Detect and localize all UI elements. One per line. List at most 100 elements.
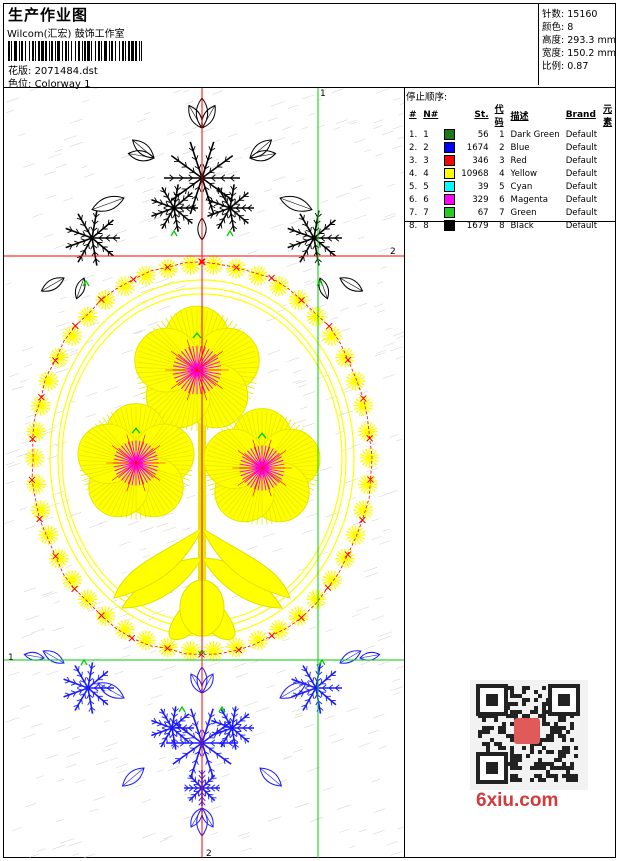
- row-element: [600, 128, 616, 141]
- row-needle: 7: [423, 207, 429, 218]
- row-description: Yellow: [510, 168, 537, 179]
- row-element: [600, 219, 616, 232]
- row-needle: 4: [423, 168, 429, 179]
- row-description: Red: [510, 155, 527, 166]
- row-index: 7.: [409, 207, 418, 218]
- color-swatch: [444, 142, 456, 153]
- stat-height: 高度: 293.3 mm: [542, 35, 616, 46]
- row-element: [600, 180, 616, 193]
- row-index: 3.: [409, 155, 418, 166]
- row-needle: 3: [423, 155, 429, 166]
- pompom: [48, 548, 69, 569]
- col-element: 元素: [603, 105, 613, 128]
- table-row: 5. 5 39 5 Cyan Default: [406, 180, 616, 193]
- pompom: [24, 448, 45, 468]
- pompom: [95, 289, 116, 310]
- pompom: [203, 640, 224, 661]
- guide-number: 2: [390, 247, 396, 257]
- pompom: [180, 640, 201, 661]
- row-code: 7: [499, 207, 505, 218]
- row-stitches: 67: [477, 207, 489, 218]
- row-code: 2: [499, 142, 505, 153]
- row-brand: Default: [565, 207, 598, 218]
- row-element: [600, 193, 616, 206]
- pompom: [357, 421, 378, 442]
- table-row: 3. 3 346 3 Red Default: [406, 154, 616, 167]
- col-description: 描述: [510, 111, 529, 122]
- stats-panel: 针数: 15160 颜色: 8 高度: 293.3 mm 宽度: 150.2 m…: [538, 3, 617, 85]
- pompom: [321, 570, 342, 591]
- pompom: [30, 395, 51, 416]
- col-stitches: St.: [474, 110, 489, 120]
- color-swatch: [444, 168, 456, 179]
- row-brand: Default: [565, 194, 598, 205]
- company-name: Wilcom(汇宏) 鼓饰工作室: [7, 29, 125, 40]
- stat-scale: 比例: 0.87: [542, 61, 589, 72]
- row-swatch: [441, 193, 458, 206]
- table-row: 8. 8 1679 8 Black Default: [406, 219, 616, 232]
- col-needle: N#: [423, 110, 439, 120]
- row-code: 8: [499, 220, 505, 231]
- row-swatch: [441, 180, 458, 193]
- qr-code: [470, 680, 588, 790]
- row-index: 8.: [409, 220, 418, 231]
- row-code: 4: [499, 168, 505, 179]
- row-swatch: [441, 219, 458, 232]
- qr-center-logo: [514, 718, 540, 744]
- row-brand: Default: [565, 155, 598, 166]
- row-index: 6.: [409, 194, 418, 205]
- stat-colors: 颜色: 8: [542, 22, 574, 33]
- header-info: 生产作业图 Wilcom(汇宏) 鼓饰工作室 花版: 2071484.dst 色…: [4, 4, 536, 90]
- embroidery-design-area: 1 2 1 2: [4, 88, 404, 858]
- row-index: 5.: [409, 181, 418, 192]
- table-row: 1. 1 56 1 Dark Green Default: [406, 128, 616, 141]
- pompom: [306, 306, 327, 327]
- table-row: 2. 2 1674 2 Blue Default: [406, 141, 616, 154]
- watermark-logo: 6xiu.com: [476, 790, 559, 811]
- row-swatch: [441, 128, 458, 141]
- pompom: [248, 630, 269, 651]
- pompom: [38, 370, 59, 391]
- row-code: 6: [499, 194, 505, 205]
- row-description: Green: [510, 207, 537, 218]
- row-stitches: 39: [477, 181, 489, 192]
- stop-sequence-panel: 停止顺序: # N# St. 代码 描述 Brand 元素 1. 1 56 1 Dark…: [404, 88, 616, 231]
- color-swatch: [444, 129, 456, 140]
- table-row: 6. 6 329 6 Magenta Default: [406, 193, 616, 206]
- pompom: [26, 421, 47, 442]
- pompom: [269, 619, 290, 640]
- row-swatch: [441, 206, 458, 219]
- pompom: [288, 606, 309, 627]
- pompom: [95, 606, 116, 627]
- row-index: 1.: [409, 129, 418, 140]
- pompom: [62, 325, 83, 346]
- row-needle: 2: [423, 142, 429, 153]
- pompom: [345, 370, 366, 391]
- col-swatch: [441, 102, 458, 128]
- guide-number: 2: [206, 849, 212, 858]
- color-swatch: [444, 181, 456, 192]
- row-element: [600, 141, 616, 154]
- table-row: 7. 7 67 7 Green Default: [406, 206, 616, 219]
- row-brand: Default: [565, 168, 598, 179]
- row-stitches: 1679: [466, 220, 489, 231]
- stat-stitches: 针数: 15160: [542, 9, 598, 20]
- row-description: Cyan: [510, 181, 533, 192]
- pompom: [114, 276, 135, 297]
- col-index: #: [409, 110, 417, 120]
- row-needle: 5: [423, 181, 429, 192]
- row-stitches: 10968: [461, 168, 489, 179]
- table-row: 4. 4 10968 4 Yellow Default: [406, 167, 616, 180]
- pompom: [77, 589, 98, 610]
- color-swatch: [444, 207, 456, 218]
- row-brand: Default: [565, 220, 598, 231]
- pompom: [345, 525, 366, 546]
- guide-number: 1: [320, 89, 326, 99]
- color-swatch: [444, 220, 456, 231]
- row-element: [600, 167, 616, 180]
- row-stitches: 346: [472, 155, 489, 166]
- row-index: 4.: [409, 168, 418, 179]
- pompom: [180, 255, 201, 276]
- row-needle: 6: [423, 194, 429, 205]
- row-description: Magenta: [510, 194, 549, 205]
